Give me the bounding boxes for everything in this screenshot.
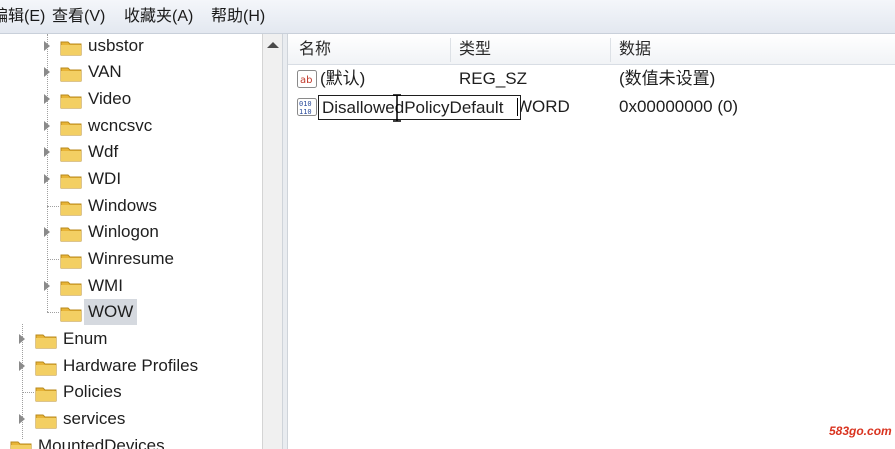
tree-item-wdi[interactable]: WDI xyxy=(0,166,262,192)
tree-item-label: Wdf xyxy=(88,142,119,161)
scroll-up-arrow-icon[interactable] xyxy=(267,42,279,48)
folder-icon xyxy=(35,334,57,349)
tree-item-van[interactable]: VAN xyxy=(0,59,262,85)
menu-help[interactable]: 帮助(H) xyxy=(211,0,265,34)
folder-icon xyxy=(35,414,57,429)
column-header-type[interactable]: 类型 xyxy=(459,34,491,65)
values-list: 名称 类型 数据 ab (默认) REG_SZ (数值未设置) 010 110 … xyxy=(288,34,895,449)
tree-scrollbar[interactable] xyxy=(262,34,282,449)
folder-icon xyxy=(60,307,82,322)
tree-item-label: usbstor xyxy=(88,36,144,55)
tree-item-label: Video xyxy=(88,89,132,108)
tree-item-services[interactable]: services xyxy=(0,406,262,432)
rename-input[interactable]: DisallowedPolicyDefault xyxy=(318,95,521,120)
value-type: WORD xyxy=(516,97,570,116)
registry-tree: usbstor VAN Video wcncsvc Wdf WDI Window… xyxy=(0,34,262,449)
list-header: 名称 类型 数据 xyxy=(288,34,895,65)
tree-item-video[interactable]: Video xyxy=(0,86,262,112)
tree-item-winresume[interactable]: Winresume xyxy=(0,246,262,272)
menu-favorites[interactable]: 收藏夹(A) xyxy=(124,0,193,34)
folder-icon xyxy=(60,121,82,136)
tree-item-label: WMI xyxy=(88,276,123,295)
tree-item-enum[interactable]: Enum xyxy=(0,326,262,352)
value-name: (默认) xyxy=(320,69,366,88)
ibeam-cursor-icon xyxy=(393,94,401,122)
folder-icon xyxy=(60,94,82,109)
tree-item-label: services xyxy=(63,409,126,428)
tree-item-label: Enum xyxy=(63,329,108,348)
value-data: (数值未设置) xyxy=(619,69,716,88)
svg-text:110: 110 xyxy=(299,108,312,116)
expand-arrow-icon[interactable] xyxy=(44,227,50,237)
expand-arrow-icon[interactable] xyxy=(44,147,50,157)
text-caret xyxy=(517,98,518,116)
folder-icon xyxy=(60,174,82,189)
column-separator[interactable] xyxy=(450,38,451,62)
folder-icon xyxy=(60,254,82,269)
tree-item-mounteddevices[interactable]: MountedDevices xyxy=(0,433,262,449)
tree-item-wow[interactable]: WOW xyxy=(0,299,262,325)
tree-item-wcncsvc[interactable]: wcncsvc xyxy=(0,113,262,139)
tree-item-winlogon[interactable]: Winlogon xyxy=(0,219,262,245)
expand-arrow-icon[interactable] xyxy=(19,361,25,371)
tree-item-label: VAN xyxy=(88,62,122,81)
tree-item-wdf[interactable]: Wdf xyxy=(0,139,262,165)
menu-bar: 编辑(E) 查看(V) 收藏夹(A) 帮助(H) xyxy=(0,0,895,34)
svg-text:010: 010 xyxy=(299,100,312,108)
folder-icon xyxy=(60,147,82,162)
tree-item-label: Winlogon xyxy=(88,222,159,241)
folder-icon xyxy=(60,227,82,242)
column-header-name[interactable]: 名称 xyxy=(299,34,331,65)
expand-arrow-icon[interactable] xyxy=(44,174,50,184)
svg-text:ab: ab xyxy=(300,75,312,86)
tree-item-wmi[interactable]: WMI xyxy=(0,273,262,299)
value-data: 0x00000000 (0) xyxy=(619,97,739,116)
folder-icon xyxy=(60,281,82,296)
tree-item-policies[interactable]: Policies xyxy=(0,379,262,405)
expand-arrow-icon[interactable] xyxy=(19,334,25,344)
tree-item-label: Winresume xyxy=(88,249,174,268)
folder-icon xyxy=(35,361,57,376)
expand-arrow-icon[interactable] xyxy=(44,41,50,51)
tree-item-label: Windows xyxy=(88,196,157,215)
tree-item-label-selected: WOW xyxy=(84,299,138,325)
tree-item-hardware-profiles[interactable]: Hardware Profiles xyxy=(0,353,262,379)
expand-arrow-icon[interactable] xyxy=(19,414,25,424)
string-value-icon: ab xyxy=(297,70,317,88)
menu-view[interactable]: 查看(V) xyxy=(52,0,105,34)
dword-value-icon: 010 110 xyxy=(297,98,317,116)
folder-icon xyxy=(10,441,32,449)
expand-arrow-icon[interactable] xyxy=(44,67,50,77)
column-header-data[interactable]: 数据 xyxy=(619,34,651,65)
folder-icon xyxy=(35,387,57,402)
folder-icon xyxy=(60,67,82,82)
tree-item-label: Hardware Profiles xyxy=(63,356,199,375)
tree-item-label: WDI xyxy=(88,169,122,188)
menu-edit[interactable]: 编辑(E) xyxy=(0,0,45,34)
tree-item-label: wcncsvc xyxy=(88,116,153,135)
tree-item-label: Policies xyxy=(63,382,122,401)
expand-arrow-icon[interactable] xyxy=(44,121,50,131)
column-separator[interactable] xyxy=(610,38,611,62)
expand-arrow-icon[interactable] xyxy=(44,281,50,291)
tree-item-usbstor[interactable]: usbstor xyxy=(0,34,262,59)
folder-icon xyxy=(60,41,82,56)
watermark: 583go.com xyxy=(829,424,892,438)
tree-item-label: MountedDevices xyxy=(38,436,165,449)
tree-item-windows[interactable]: Windows xyxy=(0,193,262,219)
expand-arrow-icon[interactable] xyxy=(44,94,50,104)
value-type: REG_SZ xyxy=(459,69,528,88)
folder-icon xyxy=(60,201,82,216)
